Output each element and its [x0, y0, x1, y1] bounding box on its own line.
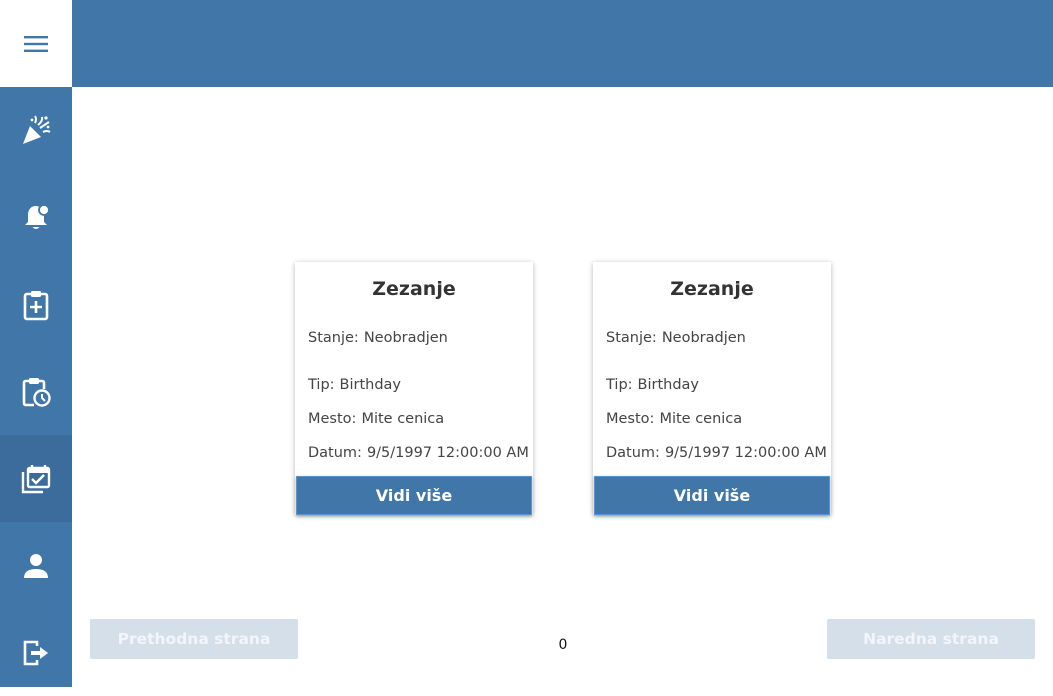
type-label: Tip: [308, 377, 335, 393]
card-title: Zezanje [372, 278, 456, 300]
calendar-check-icon [21, 464, 51, 493]
card-place-row: Mesto: Mite cenica [606, 411, 742, 427]
nav-item-notifications[interactable] [0, 174, 72, 261]
nav-item-events[interactable] [0, 87, 72, 174]
hamburger-menu-icon [24, 35, 48, 52]
state-value: Neobradjen [661, 330, 746, 346]
next-page-button[interactable]: Naredna strana [827, 619, 1035, 659]
page-number: 0 [558, 637, 568, 653]
bell-notification-icon [25, 203, 50, 229]
view-more-button[interactable]: Vidi više [594, 476, 830, 515]
previous-page-button[interactable]: Prethodna strana [90, 619, 298, 659]
type-label: Tip: [606, 377, 633, 393]
type-value: Birthday [637, 377, 700, 393]
clipboard-add-icon [23, 290, 49, 320]
logout-icon [23, 640, 48, 665]
clipboard-clock-icon [22, 377, 51, 407]
card-place-row: Mesto: Mite cenica [308, 411, 444, 427]
card-state-row: Stanje: Neobradjen [308, 330, 448, 346]
place-value: Mite cenica [659, 411, 743, 427]
nav-item-confirmed[interactable] [0, 435, 72, 522]
sidebar [0, 87, 72, 687]
user-icon [24, 553, 48, 578]
state-value: Neobradjen [363, 330, 448, 346]
event-card: Zezanje Stanje: Neobradjen Tip: Birthday M… [593, 262, 831, 515]
card-type-row: Tip: Birthday [606, 377, 699, 393]
date-label: Datum: [308, 445, 362, 461]
state-label: Stanje: [606, 330, 657, 346]
card-date-row: Datum: 9/5/1997 12:00:00 AM [308, 445, 529, 461]
date-value: 9/5/1997 12:00:00 AM [366, 445, 529, 461]
nav-item-add-reservation[interactable] [0, 261, 72, 348]
card-type-row: Tip: Birthday [308, 377, 401, 393]
place-value: Mite cenica [361, 411, 445, 427]
nav-item-pending[interactable] [0, 348, 72, 435]
date-value: 9/5/1997 12:00:00 AM [664, 445, 827, 461]
card-state-row: Stanje: Neobradjen [606, 330, 746, 346]
menu-toggle-button[interactable] [0, 0, 72, 87]
place-label: Mesto: [606, 411, 655, 427]
view-more-button[interactable]: Vidi više [296, 476, 532, 515]
nav-item-logout[interactable] [0, 609, 72, 696]
date-label: Datum: [606, 445, 660, 461]
card-title: Zezanje [670, 278, 754, 300]
top-header-bar [72, 0, 1053, 87]
place-label: Mesto: [308, 411, 357, 427]
event-card: Zezanje Stanje: Neobradjen Tip: Birthday M… [295, 262, 533, 515]
card-date-row: Datum: 9/5/1997 12:00:00 AM [606, 445, 827, 461]
type-value: Birthday [339, 377, 402, 393]
party-popper-icon [23, 114, 51, 144]
state-label: Stanje: [308, 330, 359, 346]
nav-item-profile[interactable] [0, 522, 72, 609]
